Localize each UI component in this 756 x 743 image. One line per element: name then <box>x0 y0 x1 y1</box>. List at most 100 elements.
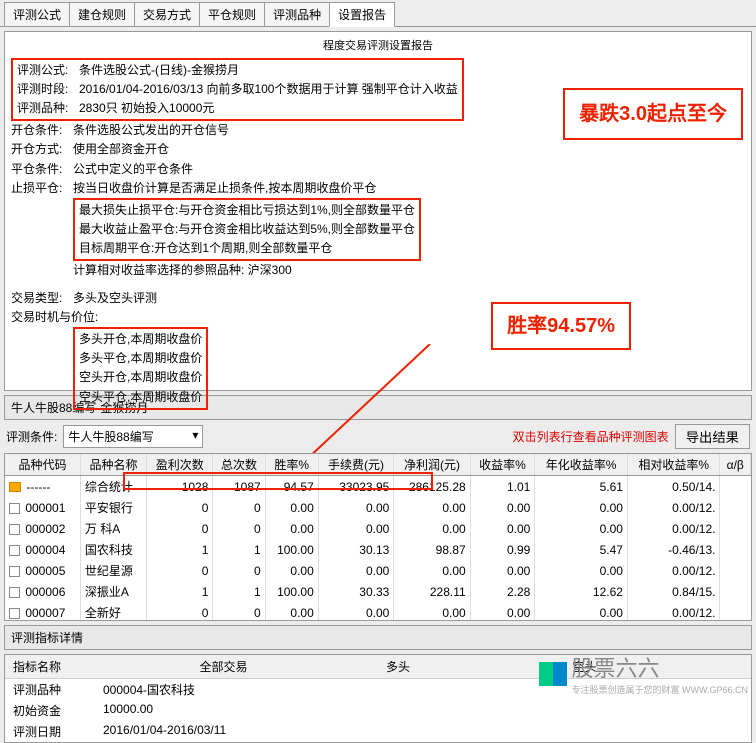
report-panel: 程度交易评测设置报告 评测公式:条件选股公式-(日线)-金猴捞月 评测时段:20… <box>4 31 752 391</box>
value: 多头及空头评测 <box>73 289 745 308</box>
col-header[interactable]: 品种代码 <box>5 454 80 476</box>
cell: 12.62 <box>535 581 628 602</box>
wm-sub: 专注股票创造属于您的财富 <box>571 685 679 695</box>
text: 目标周期平仓:开仓达到1个周期,则全部数量平仓 <box>79 239 415 258</box>
k: 评测日期 <box>13 723 103 740</box>
tab-report[interactable]: 设置报告 <box>329 2 395 27</box>
cell: -0.46/13. <box>627 539 720 560</box>
cell: 0.00 <box>265 497 318 518</box>
cell: 1.01 <box>470 476 535 498</box>
cell: 98.87 <box>394 539 470 560</box>
text: 空头开仓,本周期收盘价 <box>79 368 202 387</box>
cell: 综合统计 <box>80 476 146 498</box>
text: 空头平仓,本周期收盘价 <box>79 388 202 407</box>
cell: 0 <box>147 560 213 581</box>
label: 评测品种: <box>17 99 79 118</box>
cell: 0.00 <box>318 497 394 518</box>
condition-row: 评测条件: 牛人牛股88编写 ▾ 双击列表行查看品种评测图表 导出结果 <box>0 420 756 453</box>
v: 2016/01/04-2016/03/11 <box>103 723 226 740</box>
cell-code: 000005 <box>5 560 80 581</box>
cell: 1 <box>147 539 213 560</box>
checkbox-icon[interactable] <box>9 524 20 535</box>
tab-close[interactable]: 平仓规则 <box>199 2 265 26</box>
text: 多头开仓,本周期收盘价 <box>79 330 202 349</box>
col-header[interactable]: 净利润(元) <box>394 454 470 476</box>
cell: 0.00 <box>535 560 628 581</box>
cell: 1028 <box>147 476 213 498</box>
cell: 100.00 <box>265 581 318 602</box>
cell: 286125.28 <box>394 476 470 498</box>
col: 指标名称 <box>5 655 192 678</box>
cell: 30.33 <box>318 581 394 602</box>
label: 止损平仓: <box>11 179 73 198</box>
tab-build[interactable]: 建仓规则 <box>69 2 135 26</box>
checkbox-icon[interactable] <box>9 545 20 556</box>
checkbox-icon[interactable] <box>9 587 20 598</box>
cell: 0.00 <box>265 518 318 539</box>
cond-dropdown[interactable]: 牛人牛股88编写 ▾ <box>63 425 203 448</box>
table-row[interactable]: 000001平安银行000.000.000.000.000.000.00/12. <box>5 497 751 518</box>
col-header[interactable]: 盈利次数 <box>147 454 213 476</box>
cell: 1 <box>147 581 213 602</box>
cell: 0.00 <box>535 497 628 518</box>
col-header[interactable]: 手续费(元) <box>318 454 394 476</box>
text: 最大损失止损平仓:与开仓资金相比亏损达到1%,则全部数量平仓 <box>79 201 415 220</box>
cell: 5.61 <box>535 476 628 498</box>
cell: 0 <box>213 560 265 581</box>
cell: 0 <box>213 602 265 621</box>
hint-link[interactable]: 双击列表行查看品种评测图表 <box>513 428 669 445</box>
cell: 0.00 <box>265 560 318 581</box>
col-header[interactable]: 收益率% <box>470 454 535 476</box>
tab-trade[interactable]: 交易方式 <box>134 2 200 26</box>
cell: 0.00 <box>535 602 628 621</box>
cond-label: 评测条件: <box>6 428 57 445</box>
cell-code: ------ <box>5 476 80 498</box>
table-row[interactable]: 000005世纪星源000.000.000.000.000.000.00/12. <box>5 560 751 581</box>
cell: 万 科A <box>80 518 146 539</box>
callout-crash: 暴跌3.0起点至今 <box>563 88 743 140</box>
cell: 0.00/12. <box>627 602 720 621</box>
col-header[interactable]: 胜率% <box>265 454 318 476</box>
col-header[interactable]: 品种名称 <box>80 454 146 476</box>
label: 评测公式: <box>17 61 79 80</box>
logo-icon <box>539 662 567 686</box>
v: 000004-国农科技 <box>103 681 195 698</box>
value: 2830只 初始投入10000元 <box>79 99 458 118</box>
cell: 0.00 <box>318 602 394 621</box>
cell: 世纪星源 <box>80 560 146 581</box>
table-row[interactable]: 000006深振业A11100.0030.33228.112.2812.620.… <box>5 581 751 602</box>
cell: 0.00 <box>394 518 470 539</box>
checkbox-icon[interactable] <box>9 503 20 514</box>
text: 计算相对收益率选择的参照品种: 沪深300 <box>73 261 745 280</box>
cell: 0 <box>147 602 213 621</box>
value: 按当日收盘价计算是否满足止损条件,按本周期收盘价平仓 <box>73 179 745 198</box>
cell: 94.57 <box>265 476 318 498</box>
tab-variety[interactable]: 评测品种 <box>264 2 330 26</box>
value: 条件选股公式-(日线)-金猴捞月 <box>79 61 458 80</box>
table-row[interactable]: 000007全新好000.000.000.000.000.000.00/12. <box>5 602 751 621</box>
table-row[interactable]: 000004国农科技11100.0030.1398.870.995.47-0.4… <box>5 539 751 560</box>
checkbox-icon[interactable] <box>9 566 20 577</box>
col-header[interactable]: 总次数 <box>213 454 265 476</box>
label: 开仓方式: <box>11 140 73 159</box>
cell: 0.00 <box>535 518 628 539</box>
cell: 0.99 <box>470 539 535 560</box>
k: 初始资金 <box>13 702 103 719</box>
cell: 平安银行 <box>80 497 146 518</box>
export-button[interactable]: 导出结果 <box>675 424 750 449</box>
col-header[interactable]: α/β <box>720 454 751 476</box>
cell: 1 <box>213 539 265 560</box>
cell: 30.13 <box>318 539 394 560</box>
tab-formula[interactable]: 评测公式 <box>4 2 70 26</box>
col-header[interactable]: 相对收益率% <box>627 454 720 476</box>
cell: 0 <box>147 497 213 518</box>
cell-code: 000004 <box>5 539 80 560</box>
cell: 5.47 <box>535 539 628 560</box>
table-row[interactable]: ------综合统计1028108794.5733023.95286125.28… <box>5 476 751 498</box>
cell: 0.00 <box>470 602 535 621</box>
cell: 1087 <box>213 476 265 498</box>
cell: 100.00 <box>265 539 318 560</box>
col-header[interactable]: 年化收益率% <box>535 454 628 476</box>
checkbox-icon[interactable] <box>9 608 20 619</box>
table-row[interactable]: 000002万 科A000.000.000.000.000.000.00/12. <box>5 518 751 539</box>
